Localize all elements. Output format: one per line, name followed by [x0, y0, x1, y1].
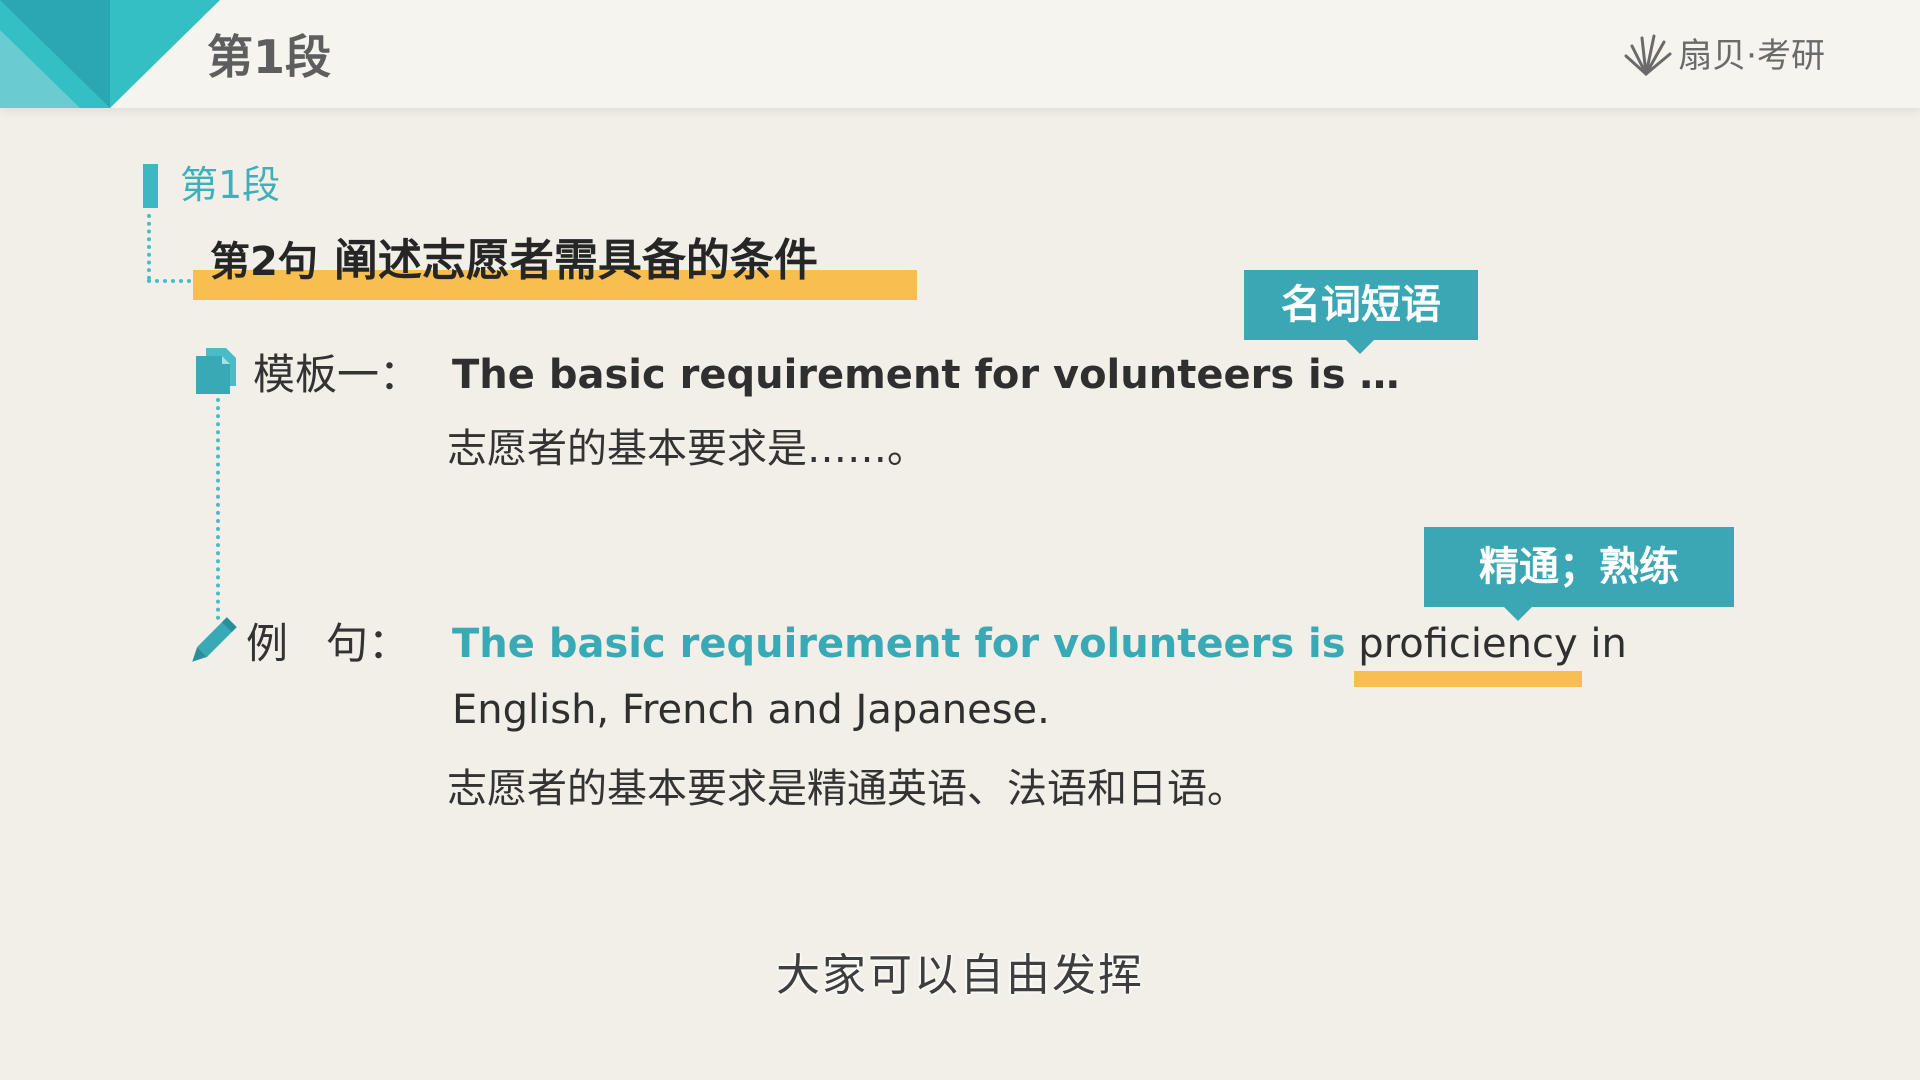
example-label-second: 句： [326, 619, 411, 668]
proficiency-text: proficiency [1358, 621, 1578, 667]
section-label: 第1段 [180, 163, 281, 207]
example-english-rest: in [1590, 621, 1627, 667]
sentence-number: 第2句 [210, 239, 318, 285]
fan-logo-icon [1624, 34, 1672, 76]
example-label-first: 例 [246, 619, 289, 668]
sentence-title-text: 阐述志愿者需具备的条件 [333, 235, 818, 286]
section-marker-bar [143, 164, 158, 208]
header-title: 第1段 [207, 30, 332, 84]
template-label: 模板一： [253, 350, 422, 399]
dotted-connector-vertical [147, 214, 151, 280]
proficiency-highlight [1354, 671, 1582, 687]
example-english-line1: The basic requirement for volunteers is … [452, 617, 1627, 687]
example-english-teal: The basic requirement for volunteers is [452, 621, 1346, 667]
header-bar: 第1段 扇贝·考研 [0, 0, 1920, 108]
tag-noun-phrase: 名词短语 [1244, 270, 1478, 354]
example-label: 例句： [246, 617, 410, 671]
proficiency-word: proficiency [1354, 617, 1582, 687]
video-subtitle: 大家可以自由发挥 [776, 950, 1144, 1001]
logo-text: 扇贝·考研 [1678, 36, 1825, 76]
pencil-icon [192, 617, 237, 662]
brand-logo: 扇贝·考研 [1624, 34, 1825, 78]
example-english-line2: English, French and Japanese. [452, 687, 1050, 733]
tag-proficiency-meaning: 精通；熟练 [1424, 527, 1734, 621]
template-chinese: 志愿者的基本要求是……。 [447, 426, 927, 472]
header-decoration [0, 0, 220, 108]
example-chinese: 志愿者的基本要求是精通英语、法语和日语。 [447, 766, 1247, 812]
dotted-connector-template-to-example [216, 398, 220, 620]
sentence-title: 第2句 阐述志愿者需具备的条件 [210, 232, 818, 291]
document-icon [196, 348, 236, 394]
dotted-connector-horizontal [147, 279, 191, 283]
template-english: The basic requirement for volunteers is … [452, 352, 1400, 398]
